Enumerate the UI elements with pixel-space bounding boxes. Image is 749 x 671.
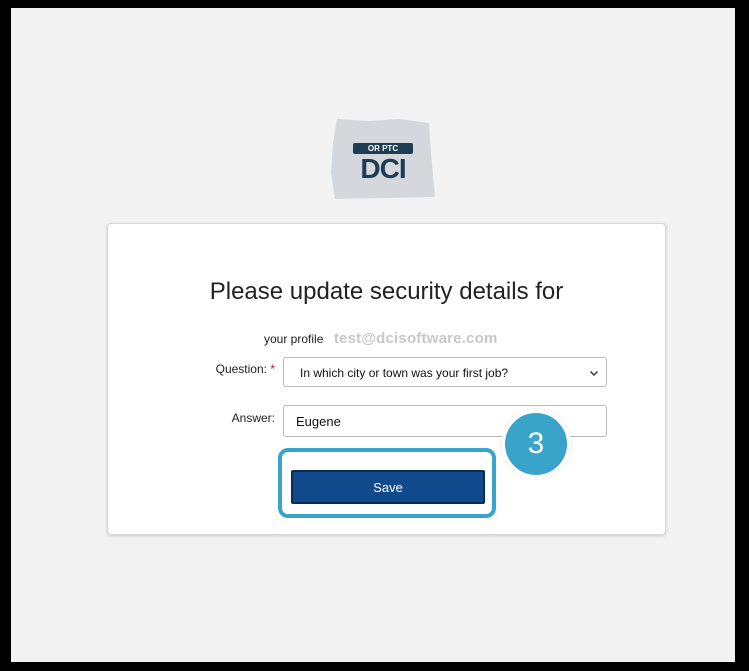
question-label: Question: *: [165, 362, 275, 376]
logo-wordmark: OR PTC DCI: [347, 143, 419, 184]
security-details-card: Please update security details for your …: [107, 223, 666, 535]
profile-email: test@dcisoftware.com: [333, 330, 498, 348]
security-question-select[interactable]: In which city or town was your first job…: [283, 357, 607, 387]
save-button[interactable]: Save: [291, 470, 485, 504]
page-title: Please update security details for: [209, 278, 564, 305]
profile-label: your profile: [264, 331, 324, 346]
or-ptc-dci-logo: OR PTC DCI: [329, 113, 437, 203]
required-marker: *: [270, 362, 275, 376]
logo-big-text: DCI: [360, 153, 406, 184]
page-background: OR PTC DCI Please update security detail…: [8, 8, 738, 662]
step-number-badge: 3: [501, 409, 571, 479]
profile-row: your profile test@dcisoftware.com: [264, 330, 498, 354]
answer-label: Answer:: [231, 411, 275, 425]
chevron-down-icon: [590, 371, 598, 376]
question-label-text: Question:: [215, 362, 267, 376]
security-question-value: In which city or town was your first job…: [300, 366, 509, 380]
